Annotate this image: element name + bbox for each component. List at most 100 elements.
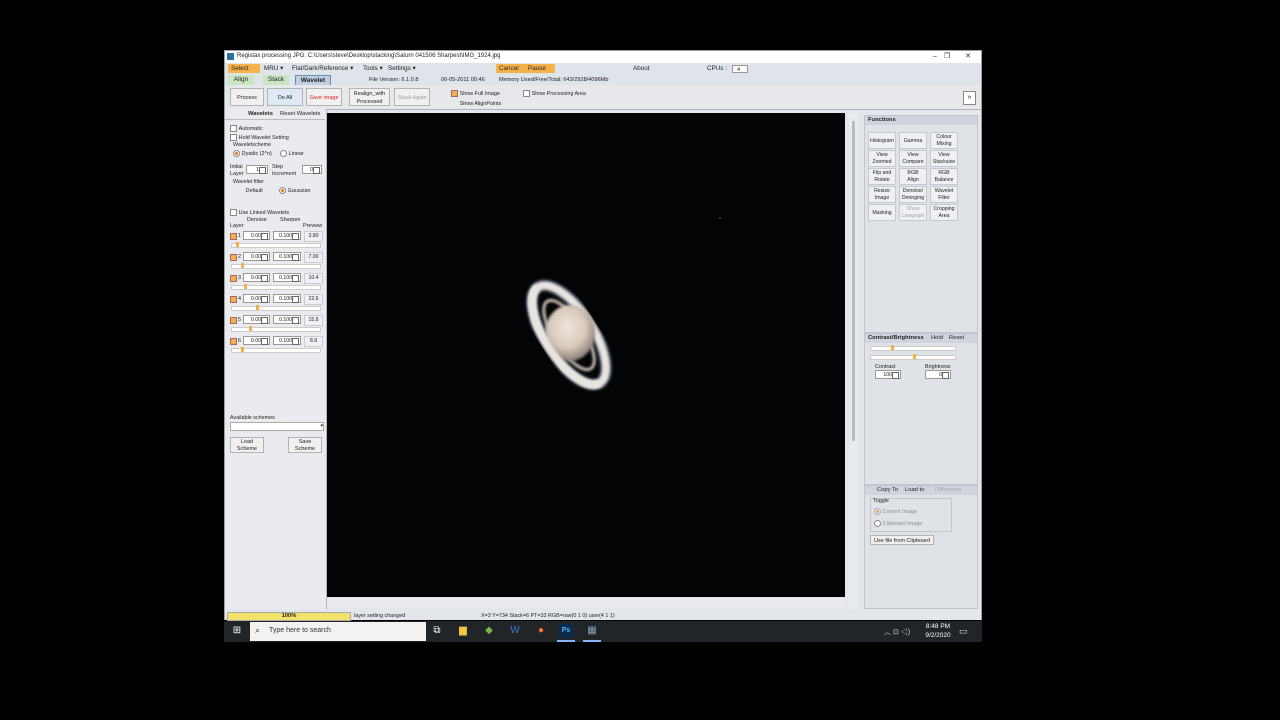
- layer-strength-slider[interactable]: [231, 326, 321, 332]
- layer-preview-button[interactable]: 22.6: [304, 294, 323, 305]
- scrollbar-thumb[interactable]: [852, 121, 855, 441]
- automatic-checkbox[interactable]: [230, 125, 237, 132]
- save-image-button[interactable]: Save image: [306, 88, 342, 106]
- layer-enable-checkbox[interactable]: [230, 317, 237, 324]
- layer-preview-button[interactable]: 15.9: [304, 315, 323, 326]
- automatic-option[interactable]: Automatic: [230, 125, 263, 132]
- layer-denoise-input[interactable]: 0.00: [243, 294, 270, 303]
- layer-enable-checkbox[interactable]: [230, 254, 237, 261]
- histogram-button[interactable]: Histogram: [868, 132, 896, 149]
- linear-radio[interactable]: [280, 150, 287, 157]
- reset-button[interactable]: Reset: [949, 334, 964, 343]
- layer-slider-knob[interactable]: [241, 263, 244, 268]
- menu-mru[interactable]: MRU ▾: [261, 64, 286, 73]
- show-lowgraph-button[interactable]: Show Lowgraph: [899, 204, 927, 221]
- layer-slider-knob[interactable]: [241, 347, 244, 352]
- task-view-icon[interactable]: ⧉: [430, 624, 444, 638]
- show-full-image-checkbox[interactable]: [451, 90, 458, 97]
- current-image-option[interactable]: Current Image: [874, 508, 917, 515]
- layer-sharpen-input[interactable]: 0.100: [273, 231, 301, 240]
- minimize-button[interactable]: –: [929, 52, 941, 62]
- layer-strength-slider[interactable]: [231, 263, 321, 269]
- layer-slider-knob[interactable]: [244, 284, 247, 289]
- layer-denoise-input[interactable]: 0.00: [243, 231, 270, 240]
- taskbar-search-box[interactable]: ⌕ Type here to search: [250, 622, 426, 641]
- default-filter-option[interactable]: Default: [237, 187, 263, 194]
- layer-denoise-input[interactable]: 0.00: [243, 315, 270, 324]
- layer-enable-checkbox[interactable]: [230, 338, 237, 345]
- clock-date[interactable]: 9/2/2020: [922, 632, 954, 639]
- word-icon[interactable]: W: [508, 624, 522, 638]
- denoise-deringing-button[interactable]: Denoise/Deringing: [899, 186, 927, 203]
- menu-settings[interactable]: Settings ▾: [385, 64, 419, 73]
- show-alignpoints-option[interactable]: Show AlignPoints: [451, 100, 502, 107]
- rgb-align-button[interactable]: RGB Align: [899, 168, 927, 185]
- process-button[interactable]: Process: [230, 88, 264, 106]
- restore-button[interactable]: ❐: [941, 52, 953, 62]
- clock-time[interactable]: 8:48 PM: [922, 623, 954, 630]
- layer-enable-checkbox[interactable]: [230, 296, 237, 303]
- use-file-from-clipboard-button[interactable]: Use file from Clipboard: [870, 535, 934, 545]
- close-button[interactable]: ✕: [962, 52, 974, 62]
- menu-about[interactable]: About: [630, 64, 652, 73]
- load-to-button[interactable]: Load to: [905, 486, 924, 495]
- layer-sharpen-input[interactable]: 0.100: [273, 252, 301, 261]
- brightness-input[interactable]: 0: [925, 370, 951, 379]
- resize-image-button[interactable]: Resize Image: [868, 186, 896, 203]
- photoshop-icon[interactable]: Ps: [559, 624, 573, 638]
- contrast-input[interactable]: 100: [875, 370, 901, 379]
- layer-slider-knob[interactable]: [256, 305, 259, 310]
- tab-align[interactable]: Align: [228, 75, 254, 85]
- notification-icon[interactable]: ▭: [959, 626, 968, 637]
- do-all-button[interactable]: Do All: [267, 88, 303, 106]
- difference-button[interactable]: Difference: [935, 486, 961, 495]
- use-linked-wavelets-checkbox[interactable]: [230, 209, 237, 216]
- image-canvas[interactable]: [327, 113, 845, 597]
- hold-wavelet-option[interactable]: Hold Wavelet Setting: [230, 134, 289, 141]
- layer-slider-knob[interactable]: [236, 242, 239, 247]
- show-processing-area-option[interactable]: Show Processing Area: [523, 90, 586, 97]
- app-icon-2[interactable]: ◆: [482, 624, 496, 638]
- flip-and-rotate-button[interactable]: Flip and Rotate: [868, 168, 896, 185]
- menu-select[interactable]: Select: [228, 64, 260, 73]
- current-image-radio[interactable]: [874, 508, 881, 515]
- view-stacksize-button[interactable]: View Stacksize: [930, 150, 958, 167]
- wavelets-tab[interactable]: Wavelets: [248, 111, 273, 117]
- copy-to-button[interactable]: Copy To: [877, 486, 898, 495]
- clipboard-image-option[interactable]: Clipboard Image: [874, 520, 922, 527]
- brightness-slider[interactable]: [870, 354, 956, 360]
- layer-preview-button[interactable]: 7.00: [304, 252, 323, 263]
- layer-denoise-input[interactable]: 0.00: [243, 252, 270, 261]
- layer-enable-checkbox[interactable]: [230, 233, 237, 240]
- realign-with-processed-button[interactable]: Realign_with Processed: [349, 88, 390, 106]
- layer-preview-button[interactable]: 8.9: [304, 336, 323, 347]
- vertical-scrollbar[interactable]: [849, 113, 858, 609]
- layer-sharpen-input[interactable]: 0.100: [273, 273, 301, 282]
- save-scheme-button[interactable]: Save Scheme: [288, 437, 322, 453]
- layer-slider-knob[interactable]: [249, 326, 252, 331]
- registax-taskbar-icon[interactable]: ▦: [585, 624, 599, 638]
- layer-denoise-input[interactable]: 0.00: [243, 336, 270, 345]
- show-full-image-option[interactable]: Show Full Image: [451, 90, 500, 97]
- rgb-balance-button[interactable]: RGB Balance: [930, 168, 958, 185]
- menu-tools[interactable]: Tools ▾: [360, 64, 386, 73]
- linear-option[interactable]: Linear: [280, 150, 304, 157]
- firefox-icon[interactable]: ●: [534, 624, 548, 638]
- gamma-button[interactable]: Gamma: [899, 132, 927, 149]
- file-explorer-icon[interactable]: ▆: [456, 624, 470, 638]
- step-increment-input[interactable]: 0: [302, 165, 322, 174]
- colour-mixing-button[interactable]: Colour Mixing: [930, 132, 958, 149]
- hold-wavelet-checkbox[interactable]: [230, 134, 237, 141]
- layer-strength-slider[interactable]: [231, 305, 321, 311]
- cropping-area-button[interactable]: Cropping Area: [930, 204, 958, 221]
- layer-preview-button[interactable]: 10.4: [304, 273, 323, 284]
- masking-button[interactable]: Masking: [868, 204, 896, 221]
- horizontal-scrollbar[interactable]: [327, 598, 845, 608]
- dyadic-radio[interactable]: [233, 150, 240, 157]
- schemes-dropdown[interactable]: ▾: [230, 422, 324, 431]
- tab-stack[interactable]: Stack: [263, 75, 289, 85]
- layer-strength-slider[interactable]: [231, 242, 321, 248]
- layer-strength-slider[interactable]: [231, 284, 321, 290]
- stack-again-button[interactable]: Stack Again: [394, 88, 430, 106]
- gaussian-filter-radio[interactable]: [279, 187, 286, 194]
